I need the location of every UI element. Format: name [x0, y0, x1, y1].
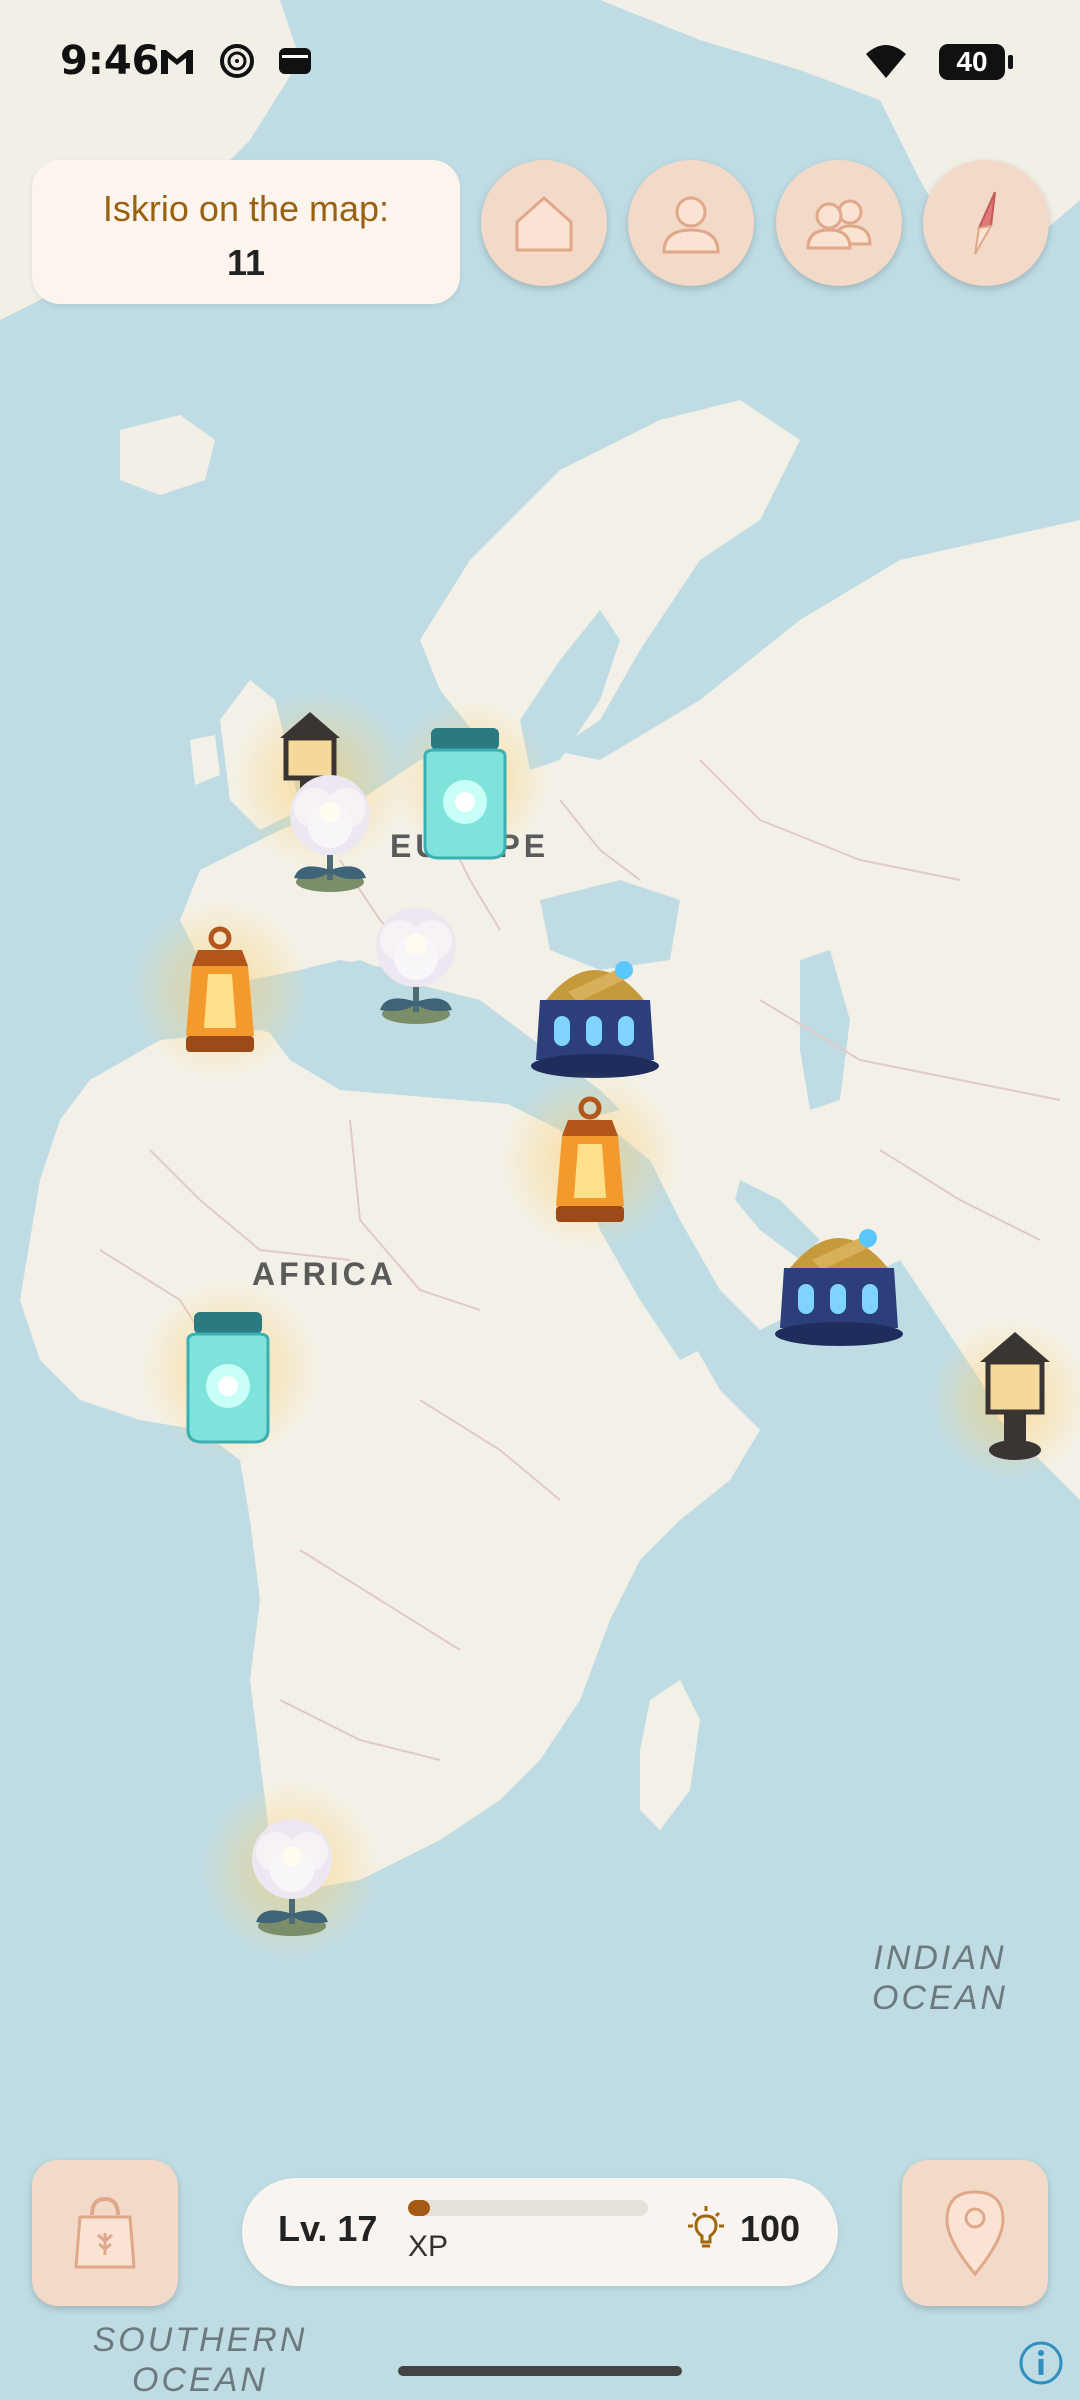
xp-label: XP: [408, 2230, 449, 2263]
indian-ocean-line-1: INDIAN: [873, 1939, 1007, 1977]
location-pin-icon: [945, 2190, 1005, 2277]
iskrio-counter-card: Iskrio on the map: 11: [32, 160, 460, 304]
inventory-bag-button[interactable]: [32, 2160, 178, 2306]
battery-level: 40: [956, 46, 988, 77]
glowing-jar-marker-ghana[interactable]: [178, 1306, 278, 1446]
info-icon[interactable]: [1018, 2340, 1064, 2386]
observatory-marker-turkey[interactable]: [528, 944, 662, 1082]
compass-icon: [974, 191, 996, 255]
lightbulb-icon: [688, 2206, 724, 2248]
map-label-africa: AFRICA: [252, 1256, 397, 1292]
gmail-icon: [161, 50, 193, 74]
profile-button[interactable]: [628, 160, 754, 286]
southern-ocean-line-1: SOUTHERN: [92, 2321, 308, 2359]
friends-button[interactable]: [776, 160, 902, 286]
wifi-icon: [866, 45, 906, 78]
home-indicator[interactable]: [398, 2366, 682, 2376]
friends-icon: [806, 199, 872, 250]
iskrio-counter-label: Iskrio on the map:: [102, 188, 390, 229]
vpn-spiral-icon: [220, 44, 254, 78]
glowing-jar-marker-germany[interactable]: [415, 722, 515, 862]
orange-lantern-marker-morocco[interactable]: [178, 926, 262, 1066]
southern-ocean-line-2: OCEAN: [132, 2361, 268, 2399]
profile-icon: [662, 196, 720, 254]
home-icon: [515, 196, 573, 252]
street-lamp-marker-india[interactable]: [970, 1328, 1060, 1464]
my-location-button[interactable]: [902, 2160, 1048, 2306]
level-xp-bar: Lv. 17 XP 100: [242, 2178, 838, 2286]
level-label: Lv. 17: [278, 2208, 378, 2249]
flower-marker-italy[interactable]: [356, 892, 476, 1032]
orange-lantern-marker-israel[interactable]: [548, 1096, 632, 1236]
map-label-southern-ocean: SOUTHERN OCEAN: [80, 2320, 320, 2400]
map-label-indian-ocean: INDIAN OCEAN: [860, 1938, 1020, 2018]
observatory-marker-oman[interactable]: [772, 1212, 906, 1350]
xp-progress-fill: [408, 2200, 430, 2216]
shopping-bag-icon: [74, 2196, 136, 2269]
home-button[interactable]: [481, 160, 607, 286]
status-bar: 9:46 40: [0, 0, 1080, 130]
wallet-icon: [279, 48, 311, 74]
flower-marker-south-africa[interactable]: [232, 1804, 352, 1944]
coin-count: 100: [740, 2208, 801, 2249]
flower-marker-france[interactable]: [270, 760, 390, 900]
iskrio-counter-value: 11: [226, 242, 266, 283]
status-time: 9:46: [60, 38, 160, 84]
indian-ocean-line-2: OCEAN: [872, 1979, 1008, 2017]
xp-progress-track: [408, 2200, 648, 2216]
battery-icon: 40: [939, 44, 1013, 80]
compass-button[interactable]: [923, 160, 1049, 286]
